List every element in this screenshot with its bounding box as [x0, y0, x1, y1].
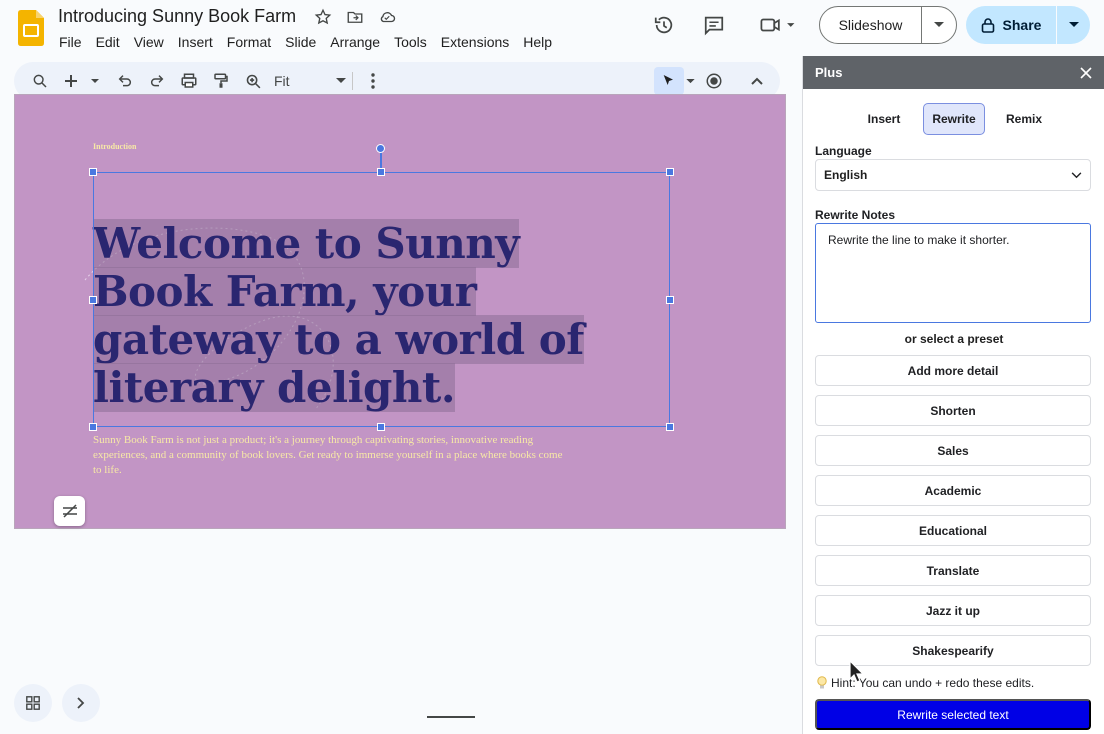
preset-translate-button[interactable]: Translate [815, 555, 1091, 586]
rotate-handle[interactable] [376, 144, 385, 153]
collapse-toolbar-icon[interactable] [746, 69, 768, 93]
strikethrough-icon [62, 504, 77, 518]
comments-icon[interactable] [702, 13, 726, 37]
preset-educational-button[interactable]: Educational [815, 515, 1091, 546]
mouse-cursor-icon [849, 660, 864, 683]
move-folder-icon[interactable] [345, 7, 365, 27]
preset-label: or select a preset [904, 332, 1004, 346]
resize-handle[interactable] [666, 296, 674, 304]
resize-handle[interactable] [89, 423, 97, 431]
slideshow-button[interactable]: Slideshow [819, 6, 957, 44]
menu-extensions[interactable]: Extensions [434, 32, 516, 52]
chevron-down-icon[interactable] [1057, 22, 1090, 28]
chevron-down-icon[interactable] [684, 69, 696, 93]
doc-title[interactable]: Introducing Sunny Book Farm [58, 6, 296, 27]
grid-icon [26, 696, 40, 710]
tab-insert[interactable]: Insert [853, 103, 915, 135]
new-slide-icon[interactable] [62, 69, 100, 93]
chevron-down-icon[interactable] [922, 22, 956, 28]
print-icon[interactable] [178, 69, 200, 93]
menu-tools[interactable]: Tools [387, 32, 434, 52]
language-label: Language [815, 144, 872, 158]
app-header: Introducing Sunny Book Farm File Edit Vi… [0, 0, 1104, 58]
close-icon[interactable] [1080, 66, 1092, 79]
paint-format-icon[interactable] [210, 69, 232, 93]
share-label: Share [1002, 17, 1042, 33]
resize-handle[interactable] [89, 296, 97, 304]
record-icon[interactable] [702, 69, 726, 93]
lock-icon [981, 18, 994, 33]
chevron-down-icon [336, 78, 346, 83]
menu-format[interactable]: Format [220, 32, 278, 52]
slideshow-label[interactable]: Slideshow [820, 7, 922, 43]
toolbar-divider [352, 72, 353, 90]
chevron-right-icon [77, 697, 85, 709]
menu-bar: File Edit View Insert Format Slide Arran… [52, 32, 559, 52]
tab-remix[interactable]: Remix [993, 103, 1055, 135]
clear-formatting-button[interactable] [54, 496, 85, 526]
search-menus-icon[interactable] [28, 69, 52, 93]
slide-kicker[interactable]: Introduction [93, 142, 136, 151]
zoom-value: Fit [274, 73, 290, 89]
cloud-saved-icon[interactable] [377, 7, 397, 27]
grid-view-button[interactable] [14, 684, 52, 722]
undo-icon[interactable] [114, 69, 136, 93]
menu-insert[interactable]: Insert [171, 32, 220, 52]
version-history-icon[interactable] [652, 13, 676, 37]
chevron-down-icon [1071, 171, 1082, 178]
menu-slide[interactable]: Slide [278, 32, 323, 52]
star-icon[interactable] [313, 7, 333, 27]
panel-header: Plus [803, 56, 1104, 89]
selection-box[interactable] [93, 172, 670, 427]
menu-view[interactable]: View [127, 32, 171, 52]
plus-sidebar: Plus Insert Rewrite Remix Language Engli… [802, 56, 1104, 734]
preset-sales-button[interactable]: Sales [815, 435, 1091, 466]
resize-handle[interactable] [377, 423, 385, 431]
meet-icon[interactable] [755, 13, 799, 37]
lightbulb-icon [817, 676, 827, 689]
menu-arrange[interactable]: Arrange [323, 32, 387, 52]
expand-filmstrip-button[interactable] [62, 684, 100, 722]
rewrite-selected-text-button[interactable]: Rewrite selected text [815, 699, 1091, 730]
panel-tabs: Insert Rewrite Remix [803, 103, 1104, 135]
menu-help[interactable]: Help [516, 32, 559, 52]
zoom-icon[interactable] [242, 69, 264, 93]
resize-handle[interactable] [377, 168, 385, 176]
more-options-icon[interactable] [362, 69, 384, 93]
share-button[interactable]: Share [966, 6, 1090, 44]
select-tool-icon[interactable] [654, 67, 684, 95]
preset-jazz-it-up-button[interactable]: Jazz it up [815, 595, 1091, 626]
resize-handle[interactable] [666, 168, 674, 176]
menu-edit[interactable]: Edit [89, 32, 127, 52]
redo-icon[interactable] [146, 69, 168, 93]
resize-handle[interactable] [89, 168, 97, 176]
preset-add-more-detail-button[interactable]: Add more detail [815, 355, 1091, 386]
language-select[interactable]: English [815, 159, 1091, 191]
slide-canvas[interactable]: Introduction Welcome to Sunny Book Farm,… [14, 94, 786, 529]
zoom-select[interactable]: Fit [274, 69, 346, 93]
slide-body-text[interactable]: Sunny Book Farm is not just a product; i… [93, 433, 563, 478]
rewrite-notes-label: Rewrite Notes [815, 208, 896, 222]
preset-academic-button[interactable]: Academic [815, 475, 1091, 506]
tab-rewrite[interactable]: Rewrite [923, 103, 985, 135]
menu-file[interactable]: File [52, 32, 89, 52]
slides-logo-icon[interactable] [18, 10, 44, 46]
panel-title: Plus [815, 65, 843, 80]
rewrite-notes-input[interactable]: Rewrite the line to make it shorter. [815, 223, 1091, 323]
speaker-notes-drag-handle[interactable] [427, 716, 475, 718]
preset-shorten-button[interactable]: Shorten [815, 395, 1091, 426]
resize-handle[interactable] [666, 423, 674, 431]
language-value: English [824, 168, 868, 182]
